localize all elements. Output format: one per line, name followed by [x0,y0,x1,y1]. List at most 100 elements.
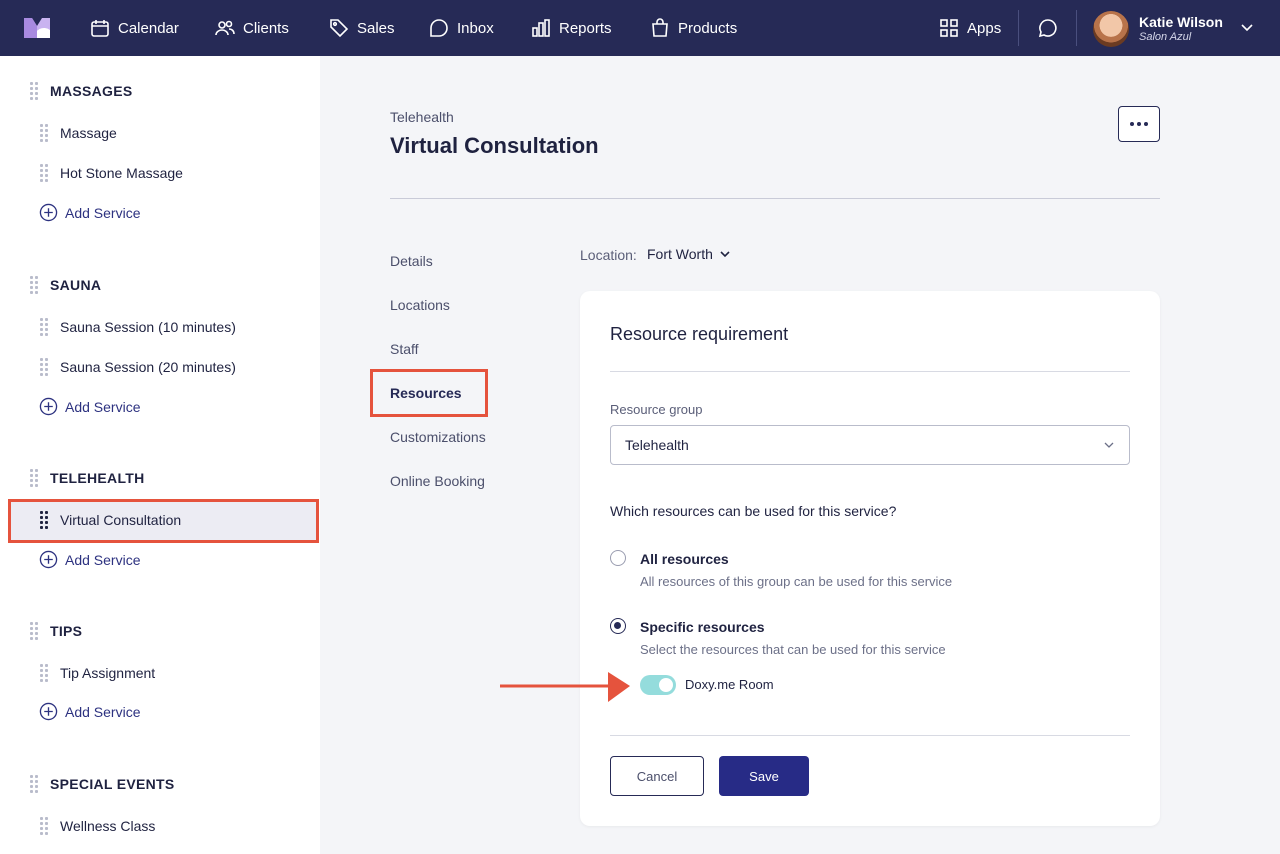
resource-toggle-label: Doxy.me Room [685,677,774,692]
more-dot-icon [1137,122,1141,126]
app-logo-icon[interactable] [22,16,52,40]
subnav-customizations[interactable]: Customizations [390,429,486,445]
drag-handle-icon[interactable] [40,318,48,336]
add-service-label: Add Service [65,398,141,415]
nav-calendar[interactable]: Calendar [90,0,179,56]
plus-circle-icon [39,203,58,222]
location-selector[interactable]: Fort Worth [647,246,731,262]
resource-group-value: Telehealth [625,437,689,453]
subnav-staff[interactable]: Staff [390,341,419,357]
category-label: TIPS [50,623,83,639]
radio-all-resources-label[interactable]: All resources [640,551,729,567]
service-label: Massage [60,125,117,141]
category-label: SPECIAL EVENTS [50,776,175,792]
more-dot-icon [1144,122,1148,126]
category-label: MASSAGES [50,83,133,99]
radio-all-resources[interactable] [610,550,626,566]
bar-chart-icon [532,19,550,37]
drag-handle-icon[interactable] [40,817,48,835]
nav-divider [1076,10,1077,46]
add-service-label: Add Service [65,703,141,720]
service-label: Hot Stone Massage [60,165,183,181]
subnav-online-booking[interactable]: Online Booking [390,473,485,489]
nav-inbox[interactable]: Inbox [429,0,494,56]
card-title: Resource requirement [610,324,789,344]
service-item[interactable]: Massage [40,124,117,142]
nav-reports[interactable]: Reports [531,0,612,56]
service-item-selected[interactable]: Virtual Consultation [40,511,181,529]
category-tips[interactable]: TIPS [30,622,82,640]
subnav-resources[interactable]: Resources [390,385,462,401]
drag-handle-icon[interactable] [40,124,48,142]
service-label: Virtual Consultation [60,512,182,528]
radio-specific-resources-desc: Select the resources that can be used fo… [640,642,946,657]
chevron-down-icon [720,251,730,258]
drag-handle-icon[interactable] [30,276,38,294]
category-massages[interactable]: MASSAGES [30,82,133,100]
messages-button[interactable] [1038,0,1058,56]
calendar-icon [91,20,109,37]
add-service-button[interactable]: Add Service [39,203,140,222]
subnav-locations[interactable]: Locations [390,297,450,313]
top-navigation-bar: Calendar Clients Sales Inbox Reports Pro… [0,0,1280,56]
plus-circle-icon [39,397,58,416]
service-label: Tip Assignment [60,665,156,681]
radio-specific-resources-label[interactable]: Specific resources [640,619,765,635]
user-avatar[interactable] [1093,11,1129,47]
resource-toggle[interactable] [640,675,676,695]
card-divider [610,371,1130,372]
service-item[interactable]: Sauna Session (20 minutes) [40,358,236,376]
subnav-details[interactable]: Details [390,253,433,269]
cancel-button[interactable]: Cancel [610,756,704,796]
add-service-label: Add Service [65,551,141,568]
add-service-button[interactable]: Add Service [39,702,140,721]
nav-sales[interactable]: Sales [329,0,395,56]
category-special-events[interactable]: SPECIAL EVENTS [30,775,175,793]
service-item[interactable]: Hot Stone Massage [40,164,183,182]
save-button[interactable]: Save [719,756,809,796]
category-label: SAUNA [50,277,102,293]
service-item[interactable]: Tip Assignment [40,664,155,682]
add-service-button[interactable]: Add Service [39,397,140,416]
nav-apps-label: Apps [967,19,1002,37]
nav-calendar-label: Calendar [118,19,179,37]
plus-circle-icon [39,550,58,569]
chat-icon [430,19,448,37]
drag-handle-icon[interactable] [40,358,48,376]
location-value: Fort Worth [647,246,713,262]
nav-reports-label: Reports [559,19,612,37]
users-icon [215,20,235,36]
grid-icon [940,19,958,37]
annotation-arrow-icon [500,672,630,702]
more-dot-icon [1130,122,1134,126]
category-sauna[interactable]: SAUNA [30,276,101,294]
nav-products[interactable]: Products [650,0,737,56]
nav-clients[interactable]: Clients [215,0,289,56]
category-telehealth[interactable]: TELEHEALTH [30,469,145,487]
drag-handle-icon[interactable] [30,82,38,100]
service-sidebar: MASSAGES Massage Hot Stone Massage Add S… [0,56,320,854]
nav-apps[interactable]: Apps [939,0,1001,56]
drag-handle-icon[interactable] [30,775,38,793]
drag-handle-icon[interactable] [30,469,38,487]
drag-handle-icon[interactable] [40,164,48,182]
chevron-down-icon[interactable] [1240,20,1254,34]
radio-specific-resources[interactable] [610,618,626,634]
resource-requirement-card: Resource requirement Resource group Tele… [580,291,1160,826]
nav-inbox-label: Inbox [457,19,494,37]
drag-handle-icon[interactable] [30,622,38,640]
service-item[interactable]: Wellness Class [40,817,155,835]
header-divider [390,198,1160,199]
service-label: Sauna Session (10 minutes) [60,319,236,335]
add-service-label: Add Service [65,204,141,221]
user-name[interactable]: Katie Wilson [1139,14,1223,30]
add-service-button[interactable]: Add Service [39,550,140,569]
service-item[interactable]: Sauna Session (10 minutes) [40,318,236,336]
plus-circle-icon [39,702,58,721]
drag-handle-icon[interactable] [40,511,48,529]
resource-group-select[interactable]: Telehealth [610,425,1130,465]
service-category-label: Telehealth [390,109,454,125]
nav-clients-label: Clients [243,19,289,37]
drag-handle-icon[interactable] [40,664,48,682]
more-options-button[interactable] [1118,106,1160,142]
